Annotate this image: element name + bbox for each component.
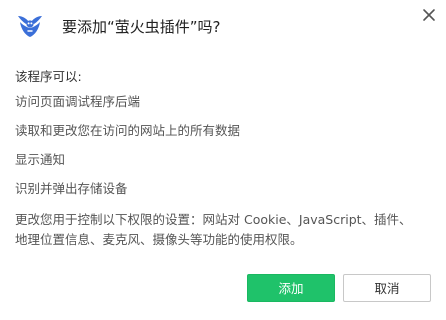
permissions-list: 访问页面调试程序后端 读取和更改您在访问的网站上的所有数据 显示通知 识别并弹出… [15, 94, 240, 210]
permission-item: 访问页面调试程序后端 [15, 94, 141, 109]
permission-item: 显示通知 [15, 152, 66, 167]
permission-item: 读取和更改您在访问的网站上的所有数据 [15, 123, 241, 138]
note-line: 地理位置信息、麦克风、摄像头等功能的使用权限。 [15, 232, 303, 247]
dialog-header: 要添加“萤火虫插件”吗? [14, 10, 221, 42]
permissions-heading: 该程序可以: [15, 69, 82, 84]
add-button[interactable]: 添加 [247, 274, 335, 302]
permission-item: 识别并弹出存储设备 [15, 181, 128, 196]
settings-permission-note: 更改您用于控制以下权限的设置：网站对 Cookie、JavaScript、插件、… [15, 210, 435, 250]
dialog-title: 要添加“萤火虫插件”吗? [62, 17, 221, 36]
firefly-icon [14, 10, 46, 42]
cancel-button[interactable]: 取消 [343, 274, 431, 302]
close-icon[interactable] [420, 6, 438, 24]
extension-install-dialog: 要添加“萤火虫插件”吗? 该程序可以: 访问页面调试程序后端 读取和更改您在访问… [0, 0, 446, 320]
note-line: 更改您用于控制以下权限的设置：网站对 Cookie、JavaScript、插件、 [15, 212, 412, 227]
